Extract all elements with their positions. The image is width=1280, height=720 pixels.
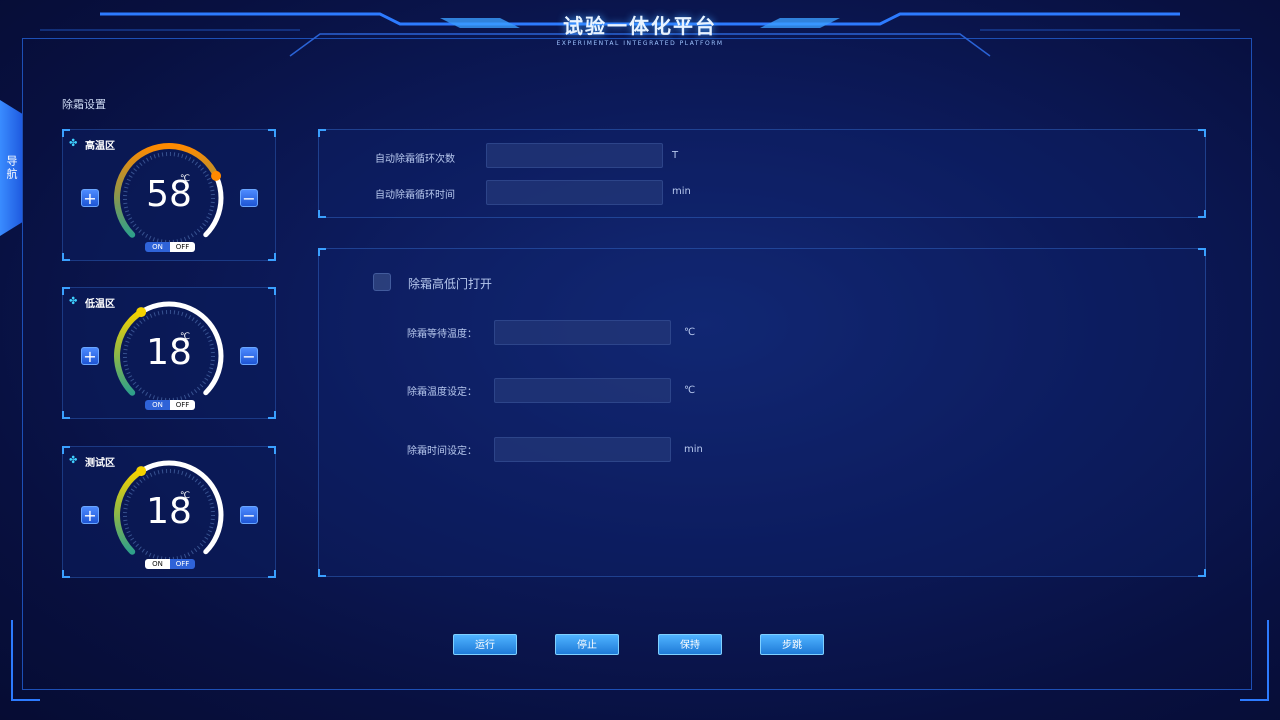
fan-icon: ✤ bbox=[69, 138, 78, 149]
auto-count-unit: T bbox=[672, 150, 679, 161]
fan-icon: ✤ bbox=[69, 455, 78, 466]
defrost-panel: 除霜高低门打开 除霜等待温度： ℃ 除霜温度设定： ℃ 除霜时间设定： min bbox=[318, 248, 1206, 577]
zone-switch[interactable]: ON OFF bbox=[145, 559, 195, 569]
gauge-knob bbox=[136, 466, 147, 477]
auto-defrost-panel: 自动除霜循环次数 T 自动除霜循环时间 min bbox=[318, 129, 1206, 218]
fan-icon: ✤ bbox=[69, 296, 78, 307]
increase-button[interactable]: + bbox=[81, 506, 99, 525]
auto-time-unit: min bbox=[672, 186, 691, 197]
nav-label: 导航 bbox=[5, 155, 18, 181]
zone-switch[interactable]: ON OFF bbox=[145, 242, 195, 252]
switch-off[interactable]: OFF bbox=[170, 400, 195, 410]
step-button[interactable]: 步跳 bbox=[760, 634, 824, 655]
stop-button[interactable]: 停止 bbox=[555, 634, 619, 655]
decrease-button[interactable]: − bbox=[240, 347, 258, 366]
zone-card: ✤ 低温区 + − 18 ℃ ON OFF bbox=[62, 287, 276, 419]
decrease-button[interactable]: − bbox=[240, 189, 258, 208]
gauge-unit: ℃ bbox=[180, 332, 191, 342]
switch-on[interactable]: ON bbox=[145, 559, 170, 569]
zone-card: ✤ 测试区 + − 18 ℃ ON OFF bbox=[62, 446, 276, 578]
hold-button[interactable]: 保持 bbox=[658, 634, 722, 655]
defrost-time-unit: min bbox=[684, 444, 703, 455]
defrost-temp-label: 除霜温度设定： bbox=[407, 387, 477, 398]
zone-card: ✤ 高温区 + − 58 ℃ ON OFF bbox=[62, 129, 276, 261]
gauge-value: 18 bbox=[146, 332, 192, 373]
defrost-temp-input[interactable] bbox=[494, 378, 671, 403]
wait-temp-unit: ℃ bbox=[684, 327, 696, 338]
page-subtitle: EXPERIMENTAL INTEGRATED PLATFORM bbox=[556, 40, 724, 47]
gauge-value: 18 bbox=[146, 491, 192, 532]
gauge-value: 58 bbox=[146, 174, 192, 215]
defrost-temp-unit: ℃ bbox=[684, 385, 696, 396]
decrease-button[interactable]: − bbox=[240, 506, 258, 525]
page-title: 试验一体化平台 bbox=[563, 14, 717, 38]
switch-off[interactable]: OFF bbox=[170, 242, 195, 252]
gauge-unit: ℃ bbox=[180, 491, 191, 501]
wait-temp-input[interactable] bbox=[494, 320, 671, 345]
wait-temp-label: 除霜等待温度： bbox=[407, 329, 477, 340]
auto-time-input[interactable] bbox=[486, 180, 663, 205]
gauge-knob bbox=[136, 307, 147, 318]
section-title: 除霜设置 bbox=[62, 98, 106, 111]
defrost-time-input[interactable] bbox=[494, 437, 671, 462]
switch-on[interactable]: ON bbox=[145, 400, 170, 410]
defrost-time-label: 除霜时间设定： bbox=[407, 446, 477, 457]
run-button[interactable]: 运行 bbox=[453, 634, 517, 655]
auto-time-label: 自动除霜循环时间 bbox=[375, 190, 455, 201]
increase-button[interactable]: + bbox=[81, 189, 99, 208]
door-open-checkbox[interactable] bbox=[373, 273, 391, 291]
nav-tab[interactable]: 导航 bbox=[0, 100, 22, 236]
auto-count-label: 自动除霜循环次数 bbox=[375, 154, 455, 165]
auto-count-input[interactable] bbox=[486, 143, 663, 168]
gauge-unit: ℃ bbox=[180, 174, 191, 184]
increase-button[interactable]: + bbox=[81, 347, 99, 366]
door-open-label: 除霜高低门打开 bbox=[408, 277, 493, 291]
corner-decoration bbox=[11, 620, 1269, 701]
zone-switch[interactable]: ON OFF bbox=[145, 400, 195, 410]
switch-on[interactable]: ON bbox=[145, 242, 170, 252]
switch-off[interactable]: OFF bbox=[170, 559, 195, 569]
